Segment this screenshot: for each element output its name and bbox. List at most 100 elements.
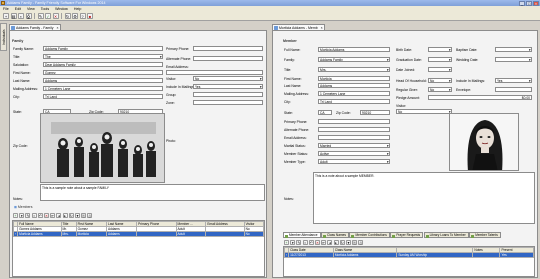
add-member-icon[interactable]: + bbox=[13, 213, 18, 218]
open-icon[interactable]: ▤ bbox=[10, 13, 17, 19]
family-name-input[interactable]: Addams Family bbox=[43, 46, 163, 51]
title-select[interactable]: The bbox=[43, 54, 163, 59]
zone-input[interactable] bbox=[193, 100, 263, 105]
cell[interactable] bbox=[136, 231, 177, 237]
city-input[interactable]: Tri Land bbox=[318, 99, 390, 104]
last-name-input[interactable]: Addams bbox=[43, 78, 163, 83]
visitor-select[interactable]: No bbox=[396, 109, 452, 114]
baptism-date-picker[interactable] bbox=[495, 47, 532, 52]
email-input[interactable] bbox=[166, 70, 263, 75]
tab-library-loans[interactable]: Library Loans To Member bbox=[423, 232, 469, 238]
first-name-input[interactable]: Gomez bbox=[43, 70, 163, 75]
cell[interactable]: Mrs. bbox=[60, 231, 77, 237]
notes-textarea[interactable]: This is a sample note about a sample FAM… bbox=[40, 184, 265, 201]
cell[interactable]: Sunday AM Worship bbox=[396, 252, 474, 258]
envelope-input[interactable] bbox=[495, 87, 532, 92]
edit-attendance-icon[interactable]: ✎ bbox=[296, 240, 302, 245]
save-member-icon[interactable]: ▪ bbox=[31, 213, 37, 218]
first-record-icon[interactable]: ⇤ bbox=[321, 240, 327, 245]
refresh-attendance-icon[interactable]: ↻ bbox=[339, 240, 345, 245]
first-name-input[interactable]: Morticia bbox=[318, 76, 390, 81]
tab-member-talents[interactable]: Member Talents bbox=[469, 232, 501, 238]
export-icon[interactable]: ⎘ bbox=[81, 213, 87, 218]
export-icon[interactable]: ⎘ bbox=[352, 240, 358, 245]
filter-icon[interactable]: ▼ bbox=[345, 240, 351, 245]
delete-icon[interactable]: ✕ bbox=[52, 13, 59, 19]
tab-member-contributions[interactable]: Member Contributions bbox=[349, 232, 390, 238]
salutation-input[interactable]: Dear Addams Family bbox=[43, 62, 163, 67]
date-joined-picker[interactable] bbox=[428, 67, 452, 72]
birth-date-picker[interactable] bbox=[428, 47, 452, 52]
minimize-button[interactable]: _ bbox=[519, 0, 525, 6]
graduation-date-picker[interactable] bbox=[428, 57, 452, 62]
delete-member-icon[interactable]: ✕ bbox=[43, 213, 49, 218]
save-icon[interactable]: ▪ bbox=[18, 13, 24, 19]
close-button[interactable]: × bbox=[533, 0, 539, 6]
member-type-select[interactable]: Adult bbox=[318, 159, 390, 164]
cancel-attendance-icon[interactable]: ↶ bbox=[308, 240, 314, 245]
print-member-icon[interactable]: ⎙ bbox=[87, 213, 93, 218]
group-input[interactable] bbox=[193, 92, 263, 97]
mailing-address-input[interactable]: 1 Cemetery Lane bbox=[318, 91, 390, 96]
print-icon[interactable]: ⎙ bbox=[25, 13, 32, 19]
city-input[interactable]: Tri Land bbox=[43, 94, 163, 99]
table-row[interactable]: › Morticia Addams Mrs. Morticia Addams A… bbox=[12, 231, 265, 237]
maximize-button[interactable]: □ bbox=[526, 0, 532, 6]
check-icon[interactable]: ✓ bbox=[45, 13, 51, 19]
first-record-icon[interactable]: ⇤ bbox=[50, 213, 56, 218]
notes-textarea[interactable]: This is a note about a sample MEMBER. bbox=[313, 172, 535, 224]
settings-icon[interactable]: ⚙ bbox=[72, 13, 78, 19]
stop-icon[interactable]: ■ bbox=[87, 13, 93, 19]
cell[interactable]: Addams bbox=[105, 231, 138, 237]
family-photo[interactable] bbox=[40, 113, 165, 183]
delete-attendance-icon[interactable]: ✕ bbox=[314, 240, 320, 245]
cell[interactable]: Morticia Addams bbox=[17, 231, 62, 237]
cell[interactable]: Morticia bbox=[75, 231, 107, 237]
email-input[interactable] bbox=[318, 135, 390, 140]
cell[interactable]: Adult bbox=[175, 231, 207, 237]
state-input[interactable]: CA bbox=[318, 110, 332, 115]
help-icon[interactable]: ? bbox=[79, 13, 86, 19]
tab-prayer-requests[interactable]: Prayer Requests bbox=[390, 232, 424, 238]
pledge-amount-input[interactable]: $0.00 bbox=[428, 95, 532, 100]
marital-status-select[interactable]: Married bbox=[318, 143, 390, 148]
new-icon[interactable]: + bbox=[3, 13, 9, 19]
alternate-phone-input[interactable] bbox=[318, 127, 390, 132]
regular-giver-select[interactable]: No bbox=[428, 87, 452, 92]
prev-record-icon[interactable]: ◂ bbox=[327, 240, 333, 245]
filter-icon[interactable]: ▼ bbox=[74, 213, 80, 218]
primary-phone-input[interactable] bbox=[318, 119, 390, 124]
add-attendance-icon[interactable]: + bbox=[284, 240, 289, 245]
title-select[interactable]: Mrs. bbox=[318, 67, 390, 72]
cell[interactable]: No bbox=[243, 231, 265, 237]
refresh-icon[interactable]: ↻ bbox=[64, 13, 71, 19]
add-dropdown-icon[interactable]: ▾ bbox=[19, 213, 25, 218]
save-attendance-icon[interactable]: ▪ bbox=[302, 240, 308, 245]
sidebar-tab-individuals[interactable]: Individuals bbox=[0, 23, 7, 51]
next-record-icon[interactable]: ▸ bbox=[62, 213, 68, 218]
cell[interactable] bbox=[472, 252, 501, 258]
cancel-member-icon[interactable]: ↶ bbox=[37, 213, 43, 218]
include-in-mailings-select[interactable]: Yes bbox=[495, 78, 532, 83]
cell[interactable] bbox=[205, 231, 245, 237]
member-status-select[interactable]: Active bbox=[318, 151, 390, 156]
next-record-icon[interactable]: ▸ bbox=[333, 240, 339, 245]
wedding-date-picker[interactable] bbox=[495, 57, 532, 62]
cell[interactable]: Morticia Addams bbox=[332, 252, 398, 258]
full-name-input[interactable]: Morticia Addams bbox=[318, 47, 390, 52]
visitor-select[interactable]: No bbox=[193, 76, 263, 81]
cell[interactable]: Yes bbox=[499, 252, 534, 258]
family-select[interactable]: Addams Family bbox=[318, 57, 390, 62]
cell[interactable]: 11/27/2013 bbox=[288, 252, 334, 258]
add-dropdown-icon[interactable]: ▾ bbox=[290, 240, 296, 245]
tab-member-attendance[interactable]: Member Attendance bbox=[283, 232, 321, 238]
last-name-input[interactable]: Addams bbox=[318, 83, 390, 88]
head-of-household-select[interactable]: No bbox=[428, 78, 452, 83]
edit-member-icon[interactable]: ✎ bbox=[25, 213, 31, 218]
include-in-mailings-select[interactable]: Yes bbox=[193, 84, 263, 89]
refresh-member-icon[interactable]: ↻ bbox=[68, 213, 74, 218]
alternate-phone-input[interactable] bbox=[193, 56, 263, 61]
zip-code-input[interactable]: 90210 bbox=[360, 110, 390, 115]
member-photo[interactable] bbox=[449, 113, 519, 171]
prev-record-icon[interactable]: ◂ bbox=[56, 213, 62, 218]
